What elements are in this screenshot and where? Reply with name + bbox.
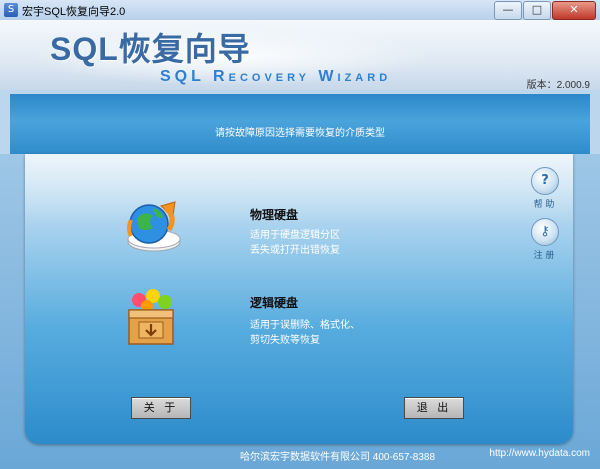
version-label: 版本：2.000.9 xyxy=(526,80,590,91)
key-icon: ⚷ xyxy=(540,224,550,239)
option-desc-line: 丢失或打开出错恢复 xyxy=(250,245,340,256)
instruction-text: 请按故障原因选择需要恢复的介质类型 xyxy=(215,128,385,139)
option-title: 逻辑硬盘 xyxy=(250,296,299,310)
register-label: 注 册 xyxy=(533,251,555,261)
window-title: 宏宇SQL恢复向导2.0 xyxy=(22,6,126,18)
company-info: 哈尔滨宏宇数据软件有限公司 400-657-8388 xyxy=(240,452,436,463)
option-desc-line: 适用于硬盘逻辑分区 xyxy=(250,230,340,241)
option-title: 物理硬盘 xyxy=(250,208,299,222)
title-bar: S 宏宇SQL恢复向导2.0 — □ ✕ xyxy=(0,0,600,21)
header-banner: SQL恢复向导 SQL Recovery Wizard xyxy=(0,20,600,90)
option-physical-disk[interactable]: 物理硬盘 适用于硬盘逻辑分区 丢失或打开出错恢复 xyxy=(25,154,445,264)
close-button[interactable]: ✕ xyxy=(552,1,596,20)
sub-title: SQL Recovery Wizard xyxy=(160,68,392,85)
main-panel: 物理硬盘 适用于硬盘逻辑分区 丢失或打开出错恢复 逻辑硬盘 适用于误删除、格式化 xyxy=(25,154,573,444)
option-logical-disk[interactable]: 逻辑硬盘 适用于误删除、格式化、 剪切失败等恢复 xyxy=(25,274,445,354)
instruction-band: 请按故障原因选择需要恢复的介质类型 xyxy=(10,94,590,154)
disk-refresh-icon xyxy=(123,198,185,258)
help-button[interactable]: ? xyxy=(531,167,559,195)
exit-button[interactable]: 退 出 xyxy=(404,397,464,419)
register-button[interactable]: ⚷ xyxy=(531,218,559,246)
option-desc-line: 剪切失败等恢复 xyxy=(250,335,320,346)
help-label: 帮 助 xyxy=(533,200,555,210)
minimize-button[interactable]: — xyxy=(494,1,522,20)
question-icon: ? xyxy=(541,173,549,188)
maximize-button[interactable]: □ xyxy=(523,1,551,20)
app-icon: S xyxy=(4,3,18,17)
window-controls: — □ ✕ xyxy=(493,1,596,20)
about-button[interactable]: 关 于 xyxy=(131,397,191,419)
box-files-icon xyxy=(125,288,177,352)
website-link[interactable]: http://www.hydata.com xyxy=(489,448,590,459)
main-title: SQL恢复向导 xyxy=(50,31,251,67)
option-desc-line: 适用于误删除、格式化、 xyxy=(250,320,360,331)
app-window: S 宏宇SQL恢复向导2.0 — □ ✕ SQL恢复向导 SQL Recover… xyxy=(0,0,600,469)
